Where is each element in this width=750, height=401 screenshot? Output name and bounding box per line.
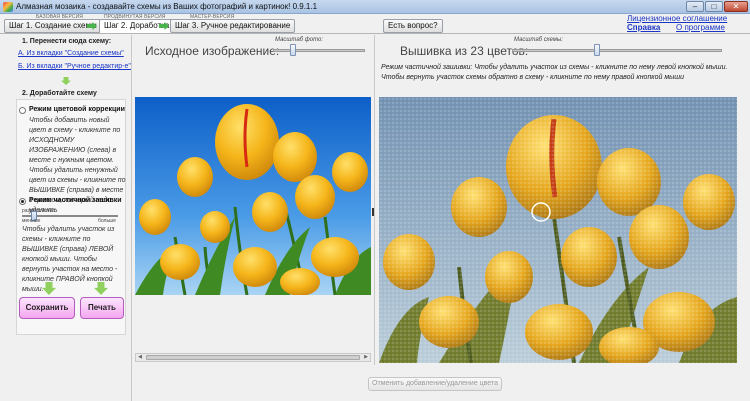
section-transfer-title: 1. Перенести сюда схему:: [22, 38, 112, 45]
scroll-right-icon[interactable]: ▶: [363, 355, 369, 360]
print-button[interactable]: Печать: [80, 297, 124, 319]
radio-partial-fill[interactable]: [19, 198, 26, 205]
tab-step3-manual[interactable]: Шаг 3. Ручное редактирование: [170, 19, 296, 33]
scheme-zoom-label: Масштаб схемы:: [514, 37, 563, 43]
license-link[interactable]: Лицензионное соглашение: [627, 14, 727, 23]
down-arrow-icon: [61, 77, 71, 85]
close-button[interactable]: ✕: [724, 1, 748, 12]
window-title: Алмазная мозаика - создавайте схемы из В…: [16, 2, 318, 11]
embroidery-title: Вышивка из 23 цветов:: [400, 44, 529, 58]
scroll-left-icon[interactable]: ◀: [137, 355, 143, 360]
tab-strip: БАЗОВАЯ ВЕРСИЯ ПРОДВИНУТАЯ ВЕРСИЯ МАСТЕР…: [0, 14, 750, 34]
brush-size-label: размер пятна:: [22, 208, 55, 214]
cancel-color-change-button[interactable]: Отменить добавление/удаление цвета: [368, 377, 502, 391]
tulip-photo: [135, 97, 371, 295]
maximize-button[interactable]: □: [705, 1, 723, 12]
radio-color-correction[interactable]: [19, 107, 26, 114]
source-image-title: Исходное изображение:: [145, 44, 280, 58]
help-link[interactable]: Справка: [627, 23, 660, 32]
photo-zoom-thumb[interactable]: [290, 44, 297, 56]
brush-less-label: меньше: [22, 218, 41, 224]
question-button[interactable]: Есть вопрос?: [383, 19, 443, 33]
embroidery-panel: Вышивка из 23 цветов: Масштаб схемы: Реж…: [374, 35, 750, 365]
source-scroll-thumb[interactable]: [146, 355, 360, 360]
mode-partial-fill-title: Режим частичной зашивки: [29, 197, 122, 204]
about-link[interactable]: О программе: [676, 23, 725, 32]
source-hscrollbar[interactable]: ◀ ▶: [135, 353, 371, 362]
app-icon: [3, 2, 13, 12]
mosaic-image: [379, 97, 737, 363]
photo-zoom-track[interactable]: [273, 49, 365, 52]
brush-more-label: больше: [98, 218, 116, 224]
embroidery-preview[interactable]: [379, 97, 737, 363]
mode-partial-fill-desc: Чтобы удалить участок из схемы - кликнит…: [22, 226, 118, 293]
scheme-zoom-thumb[interactable]: [593, 44, 600, 56]
section-refine-title: 2. Доработайте схему: [22, 90, 97, 97]
mode-color-correction-title: Режим цветовой коррекции: [29, 106, 125, 113]
link-from-create[interactable]: А. Из вкладки "Создание схемы": [18, 50, 124, 57]
minimize-button[interactable]: –: [686, 1, 704, 12]
save-button[interactable]: Сохранить: [19, 297, 75, 319]
link-from-manual[interactable]: Б. Из вкладки "Ручное редактир-е": [18, 63, 131, 70]
source-panel: Исходное изображение: Масштаб фото: ◀ ▶: [133, 35, 373, 365]
source-image[interactable]: [135, 97, 371, 295]
photo-zoom-label: Масштаб фото:: [275, 37, 324, 43]
partial-fill-hint: Режим частичной зашивки: Чтобы удалить у…: [381, 64, 728, 81]
title-bar: Алмазная мозаика - создавайте схемы из В…: [0, 0, 750, 14]
scheme-zoom-track[interactable]: [512, 49, 722, 52]
left-panel: 1. Перенести сюда схему: А. Из вкладки "…: [0, 35, 132, 401]
